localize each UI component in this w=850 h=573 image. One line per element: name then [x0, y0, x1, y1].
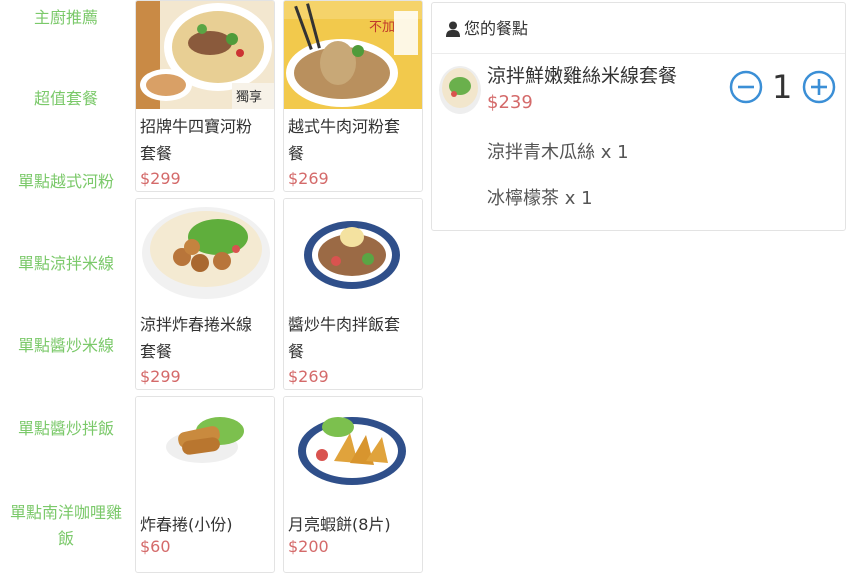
product-price: $269: [288, 169, 329, 188]
product-name-line1: 炸春捲(小份): [140, 515, 233, 534]
product-card[interactable]: 醬炒牛肉拌飯套 餐 $269: [283, 198, 423, 390]
quantity-value: 1: [772, 68, 793, 106]
product-name: 醬炒牛肉拌飯套 餐: [288, 311, 420, 365]
category-chef-recommend[interactable]: 主廚推薦: [0, 6, 132, 30]
plus-circle-icon: [802, 70, 836, 104]
product-price: $200: [288, 537, 329, 556]
product-card[interactable]: 炸春捲(小份) $60: [135, 396, 275, 573]
category-curry-chicken-line1: 單點南洋咖哩雞: [9, 503, 122, 522]
shrimp-cake-image: [284, 397, 422, 505]
product-name: 涼拌炸春捲米線 套餐: [140, 311, 272, 365]
minus-circle-icon: [729, 70, 763, 104]
order-header: 您的餐點: [432, 3, 845, 54]
product-card[interactable]: 獨享 招牌牛四寶河粉 套餐 $299: [135, 0, 275, 192]
product-card[interactable]: 涼拌炸春捲米線 套餐 $299: [135, 198, 275, 390]
beef-rice-plate-image: [284, 199, 422, 307]
product-name-line2: 餐: [288, 144, 305, 163]
product-name: 越式牛肉河粉套 餐: [288, 113, 420, 167]
product-price: $299: [140, 367, 181, 386]
product-card[interactable]: 不加 越式牛肉河粉套 餐 $269: [283, 0, 423, 192]
order-item-image: [438, 64, 482, 116]
product-name-line1: 越式牛肉河粉套: [288, 117, 401, 136]
category-pho[interactable]: 單點越式河粉: [0, 170, 132, 194]
category-value-set[interactable]: 超值套餐: [0, 87, 132, 111]
category-stirfry-rice[interactable]: 單點醬炒拌飯: [0, 417, 132, 441]
fried-spring-roll-image: [136, 397, 274, 505]
product-name-line2: 套餐: [140, 342, 173, 361]
product-name-line1: 招牌牛四寶河粉: [140, 117, 253, 136]
category-stirfry-vermicelli[interactable]: 單點醬炒米線: [0, 334, 132, 358]
product-name-line1: 涼拌炸春捲米線: [140, 315, 253, 334]
order-addon-item: 冰檸檬茶 x 1: [487, 188, 593, 209]
product-price: $60: [140, 537, 171, 556]
beef-pho-poster-image: 不加: [284, 1, 422, 109]
product-name-line1: 醬炒牛肉拌飯套: [288, 315, 401, 334]
order-item-price: $239: [487, 92, 533, 113]
product-name-line2: 餐: [288, 342, 305, 361]
order-item-name: 涼拌鮮嫩雞絲米線套餐: [487, 65, 678, 87]
user-icon: [446, 21, 460, 41]
decrease-quantity-button[interactable]: [729, 70, 763, 104]
product-price: $299: [140, 169, 181, 188]
product-name: 招牌牛四寶河粉 套餐: [140, 113, 272, 167]
image-caption: 獨享: [236, 89, 262, 105]
increase-quantity-button[interactable]: [802, 70, 836, 104]
order-title: 您的餐點: [464, 19, 529, 38]
product-name-line1: 月亮蝦餅(8片): [288, 515, 391, 534]
category-curry-chicken-line2: 飯: [57, 529, 74, 548]
spring-roll-vermicelli-image: [136, 199, 274, 307]
product-name-line2: 套餐: [140, 144, 173, 163]
order-panel: 您的餐點 涼拌鮮嫩雞絲米線套餐 $239 1 涼拌青木瓜絲 x 1 冰檸檬茶 x…: [431, 2, 846, 231]
image-caption: 不加: [369, 20, 395, 35]
category-cold-vermicelli[interactable]: 單點涼拌米線: [0, 252, 132, 276]
product-card[interactable]: 月亮蝦餅(8片) $200: [283, 396, 423, 573]
beef-pho-bowl-image: 獨享: [136, 1, 274, 109]
product-name: 炸春捲(小份): [140, 511, 272, 538]
order-addon-item: 涼拌青木瓜絲 x 1: [487, 142, 629, 163]
product-price: $269: [288, 367, 329, 386]
category-curry-chicken[interactable]: 單點南洋咖哩雞 飯: [0, 500, 132, 552]
product-name: 月亮蝦餅(8片): [288, 511, 420, 538]
category-sidebar: 主廚推薦 超值套餐 單點越式河粉 單點涼拌米線 單點醬炒米線 單點醬炒拌飯 單點…: [0, 0, 132, 567]
